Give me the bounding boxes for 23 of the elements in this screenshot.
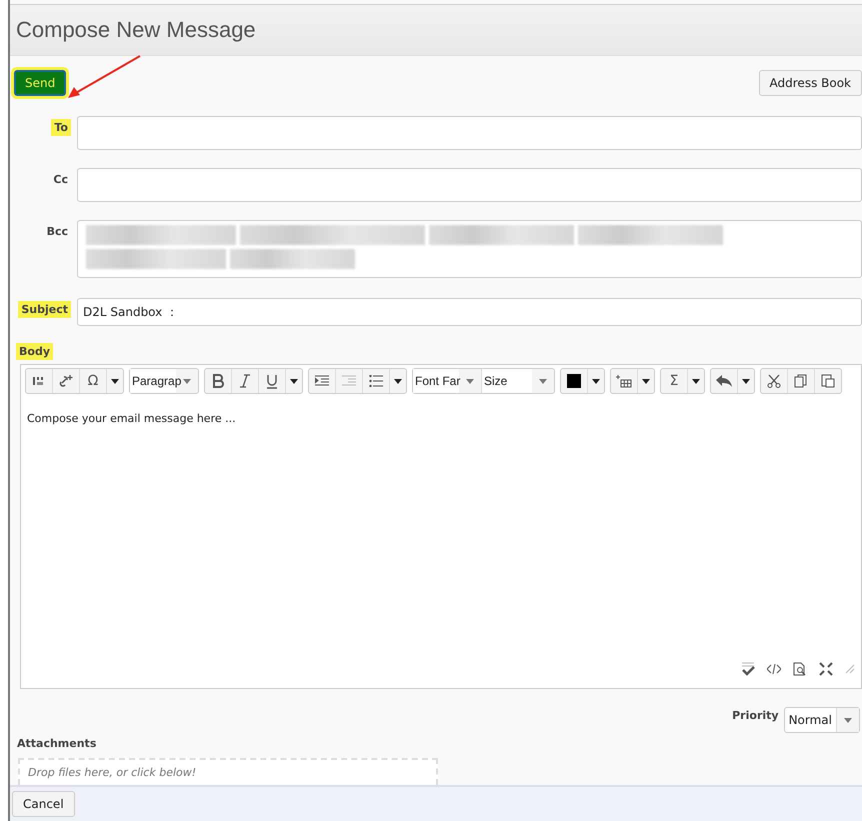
body-placeholder[interactable]: Compose your email message here ...: [27, 412, 236, 426]
source-code-icon[interactable]: [767, 663, 781, 676]
spellcheck-icon[interactable]: [741, 662, 755, 676]
send-button[interactable]: Send: [14, 70, 66, 96]
preview-icon[interactable]: [793, 662, 807, 676]
body-label: Body: [16, 343, 53, 360]
field-label: Subject: [18, 301, 71, 318]
priority-label: Priority: [731, 708, 780, 724]
resize-handle-icon[interactable]: [845, 664, 855, 674]
input-field[interactable]: [77, 168, 862, 202]
field-label: Cc: [52, 172, 69, 188]
address-book-button[interactable]: Address Book: [758, 70, 862, 96]
recipients-field[interactable]: [77, 220, 862, 278]
window-title: Compose New Message: [16, 17, 256, 44]
input-field[interactable]: [77, 116, 862, 150]
input-field[interactable]: D2L Sandbox ：: [77, 298, 862, 326]
cancel-button[interactable]: Cancel: [12, 791, 75, 818]
priority-select[interactable]: Normal: [784, 707, 860, 734]
fullscreen-icon[interactable]: [819, 662, 833, 676]
field-label: To: [51, 119, 71, 136]
file-drop-zone[interactable]: Drop files here, or click below!: [18, 758, 438, 786]
attachments-label: Attachments: [16, 736, 98, 752]
field-label: Bcc: [46, 224, 69, 240]
